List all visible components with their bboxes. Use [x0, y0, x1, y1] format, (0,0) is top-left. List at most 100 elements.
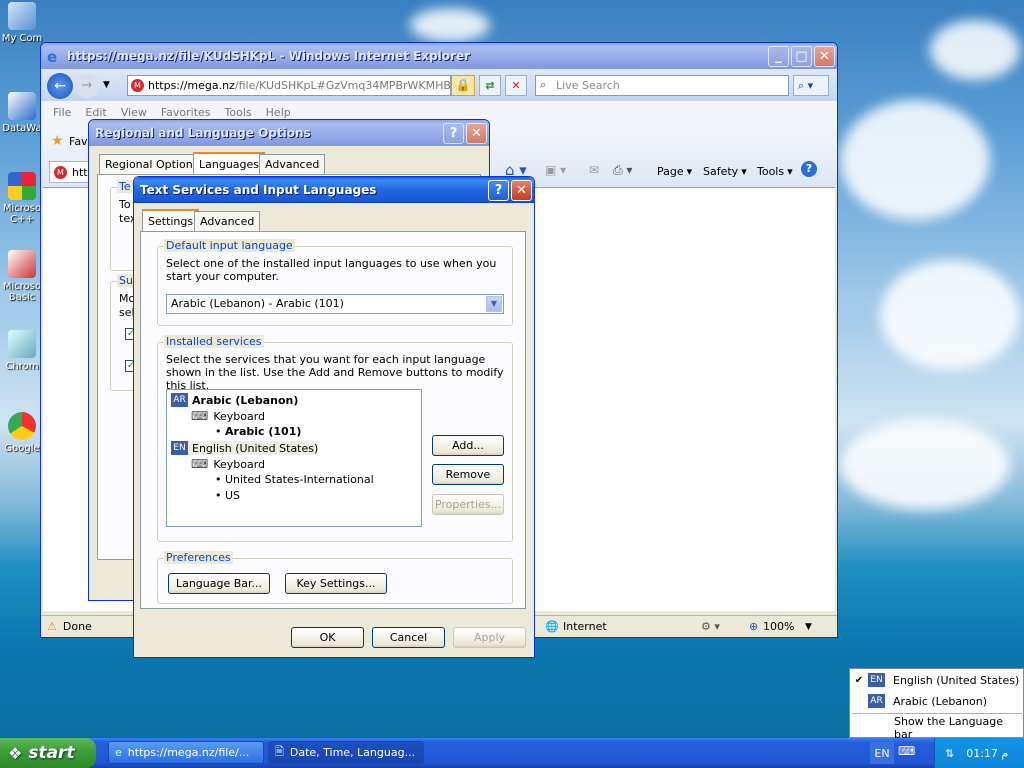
chrome-icon	[8, 330, 36, 358]
apply-button[interactable]: Apply	[453, 627, 526, 648]
back-button[interactable]: ←	[47, 73, 73, 99]
lock-icon[interactable]: 🔒	[451, 75, 475, 96]
menu-edit[interactable]: Edit	[85, 106, 106, 119]
keyboard-tray-icon[interactable]: ⌨	[898, 744, 915, 758]
installed-services-group: Installed services Select the services t…	[157, 335, 513, 542]
address-bar[interactable]: M https://mega.nz/file/KUdSHKpL#GzVmq34M…	[127, 75, 451, 96]
feeds-icon[interactable]: ▣ ▾	[545, 163, 566, 177]
close-button[interactable]: ✕	[814, 45, 835, 67]
page-menu-button[interactable]: Page ▾	[657, 165, 692, 178]
checkmark-icon: ✔	[854, 674, 864, 686]
mega-favicon-icon: M	[131, 79, 144, 92]
desktop-icon-datawa[interactable]: DataWa	[0, 92, 44, 134]
language-popup-menu: ✔ EN English (United States) AR Arabic (…	[849, 668, 1024, 741]
protected-mode-icon[interactable]: ⚙ ▾	[701, 620, 720, 633]
dialog-help-button[interactable]: ?	[488, 179, 509, 201]
regional-title: Regional and Language Options	[95, 126, 311, 140]
menu-favorites[interactable]: Favorites	[161, 106, 211, 119]
language-bar-button[interactable]: Language Bar...	[168, 573, 270, 594]
document-icon: 🗎	[275, 745, 284, 758]
tree-item-english-keyboard[interactable]: ⌨ Keyboard	[191, 457, 265, 471]
en-badge-icon: EN	[171, 441, 188, 455]
forward-button[interactable]: →	[75, 74, 99, 98]
ar-badge-icon: AR	[171, 393, 188, 407]
mail-icon[interactable]: ✉	[589, 163, 599, 177]
regional-close-button[interactable]: ✕	[466, 122, 487, 144]
taskbar: ❖ start e https://mega.nz/file/... 🗎 Dat…	[0, 738, 1024, 768]
search-go-button[interactable]: ⌕ ▾	[793, 75, 829, 96]
text-services-titlebar[interactable]: Text Services and Input Languages ? ✕	[134, 177, 534, 203]
tab-advanced[interactable]: Advanced	[259, 154, 326, 174]
dialog-title: Text Services and Input Languages	[140, 183, 377, 197]
tree-item-arabic-keyboard[interactable]: ⌨ Keyboard	[191, 409, 265, 423]
vb-icon	[8, 250, 36, 278]
desktop-icon-vcpp[interactable]: Microso C++	[0, 172, 44, 225]
tree-item-us[interactable]: • US	[215, 489, 240, 502]
clock[interactable]: 01:17 م	[966, 747, 1008, 760]
desktop-icon-chrome[interactable]: Chrom	[0, 330, 44, 372]
ok-button[interactable]: OK	[291, 627, 364, 648]
zoom-level[interactable]: 100%	[763, 620, 794, 633]
regional-titlebar[interactable]: Regional and Language Options ? ✕	[89, 120, 489, 146]
tab-dialog-advanced[interactable]: Advanced	[194, 211, 261, 231]
globe-icon: 🌐	[545, 620, 559, 633]
warning-icon: ⚠	[47, 620, 57, 633]
tree-item-arabic-101[interactable]: • Arabic (101)	[215, 425, 301, 438]
ie-tab[interactable]: M http	[49, 161, 95, 183]
desktop-icon-my-computer[interactable]: My Com	[0, 2, 44, 44]
start-button[interactable]: ❖ start	[0, 738, 96, 768]
recent-pages-dropdown[interactable]: ▼	[103, 80, 110, 90]
regional-help-button[interactable]: ?	[443, 122, 464, 144]
desktop-icon-google[interactable]: Google	[0, 412, 44, 454]
installed-group-label: Installed services	[164, 335, 264, 348]
safety-menu-button[interactable]: Safety ▾	[703, 165, 747, 178]
tab-languages[interactable]: Languages	[193, 152, 266, 174]
favorites-label[interactable]: Fav	[69, 135, 88, 148]
print-icon[interactable]: ⎙ ▾	[613, 163, 632, 178]
help-icon[interactable]: ?	[801, 161, 817, 177]
taskbar-item-date-time[interactable]: 🗎 Date, Time, Languag...	[268, 741, 424, 764]
tree-item-us-international[interactable]: • United States-International	[215, 473, 374, 486]
chevron-down-icon[interactable]: ▼	[486, 296, 502, 312]
taskbar-item-ie[interactable]: e https://mega.nz/file/...	[108, 741, 264, 764]
tree-item-english[interactable]: EN English (United States)	[171, 441, 319, 455]
dialog-close-button[interactable]: ✕	[511, 179, 532, 201]
tree-item-arabic[interactable]: AR Arabic (Lebanon)	[171, 393, 298, 407]
minimize-button[interactable]: _	[768, 45, 789, 67]
language-indicator[interactable]: EN	[870, 742, 894, 764]
keyboard-icon: ⌨	[191, 409, 209, 423]
menu-help[interactable]: Help	[266, 106, 291, 119]
key-settings-button[interactable]: Key Settings...	[285, 573, 387, 594]
zoom-dropdown[interactable]: ▼	[805, 622, 812, 632]
ie-logo-icon: e	[47, 48, 58, 66]
add-button[interactable]: Add...	[432, 435, 504, 456]
installed-services-tree[interactable]: AR Arabic (Lebanon) ⌨ Keyboard • Arabic …	[166, 389, 422, 527]
network-icon[interactable]: ⇅	[945, 747, 954, 760]
my-computer-icon	[8, 2, 36, 30]
stop-icon[interactable]: ✕	[505, 75, 527, 96]
menu-item-english[interactable]: ✔ EN English (United States)	[850, 670, 1024, 690]
search-input[interactable]: ⌕ Live Search	[535, 75, 789, 96]
cancel-button[interactable]: Cancel	[372, 627, 445, 648]
tab-settings[interactable]: Settings	[142, 209, 200, 231]
maximize-button[interactable]: □	[791, 45, 812, 67]
datawa-icon	[8, 92, 36, 120]
mega-tab-favicon-icon: M	[54, 166, 67, 179]
favorites-star-icon[interactable]: ★	[51, 133, 64, 149]
menu-item-arabic[interactable]: AR Arabic (Lebanon)	[850, 691, 1024, 711]
ie-icon: e	[115, 746, 122, 759]
menu-file[interactable]: File	[53, 106, 71, 119]
menu-view[interactable]: View	[121, 106, 147, 119]
tab-regional-options[interactable]: Regional Options	[99, 154, 205, 174]
refresh-icon[interactable]: ⇄	[479, 75, 501, 96]
menu-item-show-language-bar[interactable]: Show the Language bar	[850, 715, 1024, 741]
default-description: Select one of the installed input langua…	[166, 257, 497, 283]
tools-menu-button[interactable]: Tools ▾	[757, 165, 793, 178]
remove-button[interactable]: Remove	[432, 464, 504, 485]
ie-titlebar[interactable]: e https://mega.nz/file/KUdSHKpL - Window…	[41, 43, 837, 69]
menu-tools[interactable]: Tools	[225, 106, 252, 119]
properties-button[interactable]: Properties...	[432, 494, 504, 515]
desktop-icon-vb[interactable]: Microso Basic	[0, 250, 44, 303]
zoom-icon[interactable]: ⊕	[749, 620, 758, 633]
default-language-select[interactable]: Arabic (Lebanon) - Arabic (101) ▼	[166, 294, 504, 314]
